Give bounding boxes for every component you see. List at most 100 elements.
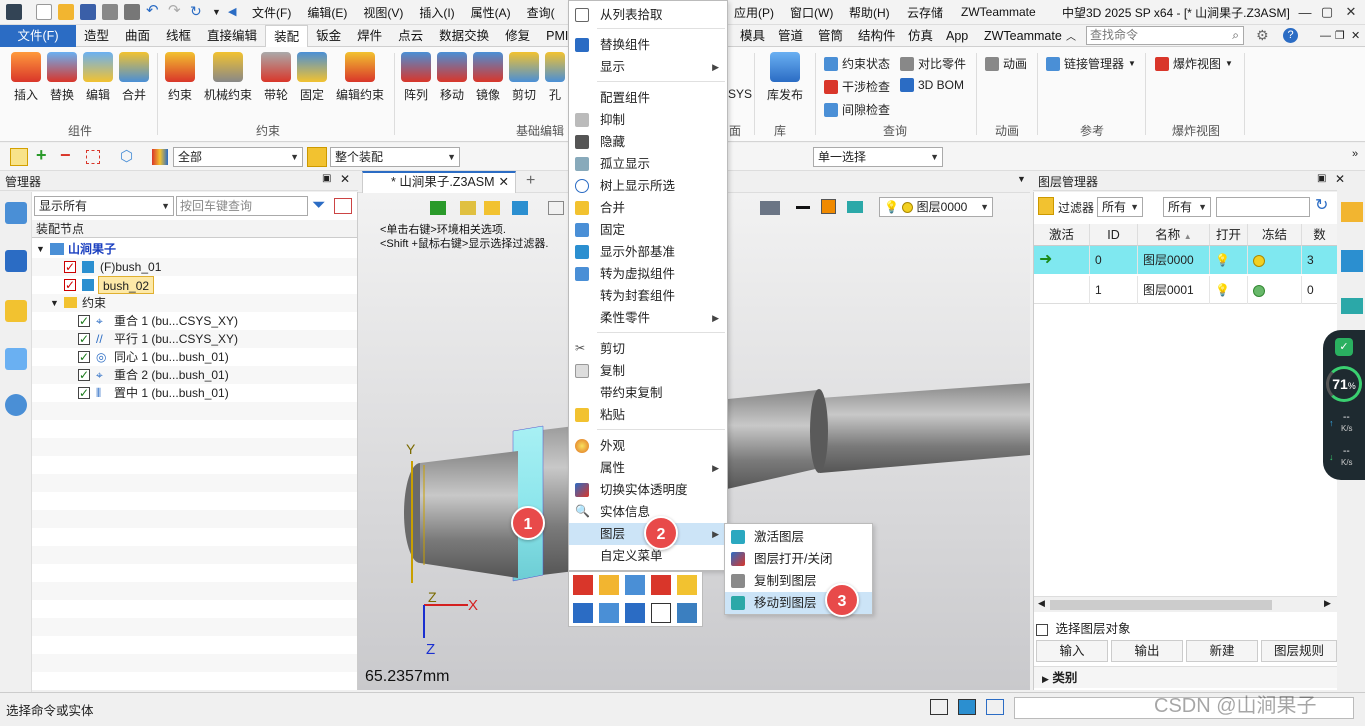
- layer-rules-button[interactable]: 图层规则: [1261, 640, 1337, 662]
- menu-attribute[interactable]: 属性(A): [463, 4, 519, 21]
- category-section[interactable]: ▶ 类别: [1034, 666, 1338, 688]
- panel-dropdown-icon[interactable]: ▼: [1017, 174, 1026, 184]
- animation-button[interactable]: 动画: [985, 55, 1027, 72]
- new-tab-icon[interactable]: +: [526, 172, 535, 190]
- constraint-checkbox[interactable]: [78, 330, 90, 348]
- hole-button[interactable]: 孔: [542, 52, 568, 103]
- tab-sheetmetal[interactable]: 钣金: [308, 25, 349, 47]
- tab-structure[interactable]: 结构件: [850, 25, 904, 47]
- minimize-icon[interactable]: —: [1296, 5, 1314, 20]
- history-manager-icon[interactable]: [5, 202, 27, 224]
- maximize-icon[interactable]: ▢: [1318, 4, 1336, 20]
- layer-hscrollbar[interactable]: ◀ ▶: [1034, 596, 1338, 612]
- qa-dropdown-icon[interactable]: ▼: [212, 4, 222, 20]
- tab-piping[interactable]: 管道: [770, 25, 811, 47]
- mini-measure-icon[interactable]: [625, 603, 645, 623]
- constraint-checkbox[interactable]: [78, 384, 90, 402]
- ctx-show-external-datum[interactable]: 显示外部基准: [569, 241, 727, 263]
- col-freeze[interactable]: 冻结: [1248, 224, 1302, 246]
- col-active[interactable]: 激活: [1034, 224, 1090, 246]
- mechanical-constraint-button[interactable]: 机械约束: [200, 52, 256, 103]
- layer-filter-icon[interactable]: [1038, 197, 1054, 215]
- ctx-configure-component[interactable]: 配置组件: [569, 87, 727, 109]
- ctx-suppress[interactable]: 抑制: [569, 109, 727, 131]
- panel-pin-icon[interactable]: ▣: [322, 173, 331, 184]
- mini-link-icon[interactable]: [599, 603, 619, 623]
- library-publish-button[interactable]: 库发布: [762, 52, 808, 103]
- new-file-icon[interactable]: [36, 4, 52, 20]
- ctx-isolate[interactable]: 孤立显示: [569, 153, 727, 175]
- document-tab-close-icon[interactable]: ✕: [499, 173, 509, 192]
- visibility-checkbox[interactable]: [64, 258, 76, 276]
- col-name[interactable]: 名称 ▲: [1138, 224, 1210, 246]
- constraint-button[interactable]: 约束: [162, 52, 198, 103]
- layer-freeze-cell[interactable]: [1248, 246, 1302, 274]
- mini-insert-icon[interactable]: [573, 603, 593, 623]
- tree-constraint-row[interactable]: ⫴ 置中 1 (bu...bush_01): [32, 384, 357, 402]
- layer-open-cell[interactable]: 💡: [1210, 246, 1248, 274]
- menu-cloud[interactable]: 云存储: [899, 4, 951, 21]
- tab-app[interactable]: App: [938, 25, 976, 47]
- user-icon[interactable]: [5, 394, 27, 416]
- ctx-entity-info[interactable]: 🔍 实体信息: [569, 501, 727, 523]
- merge-component-button[interactable]: 合并: [116, 52, 152, 103]
- menu-edit[interactable]: 编辑(E): [299, 4, 355, 21]
- constraint-checkbox[interactable]: [78, 312, 90, 330]
- folder-panel-icon[interactable]: [1341, 202, 1363, 222]
- ctx-cut[interactable]: ✂ 剪切: [569, 338, 727, 360]
- explode-view-button[interactable]: 爆炸视图 ▼: [1155, 55, 1233, 72]
- tab-simulation[interactable]: 仿真: [900, 25, 941, 47]
- select-layer-objects[interactable]: 选择图层对象: [1036, 618, 1131, 637]
- tab-direct-edit[interactable]: 直接编辑: [199, 25, 265, 47]
- interference-check-button[interactable]: 干涉检查: [824, 78, 890, 95]
- scroll-right-icon[interactable]: ▶: [1324, 598, 1331, 609]
- tab-pointcloud[interactable]: 点云: [390, 25, 431, 47]
- 3d-bom-button[interactable]: 3D BOM: [900, 78, 964, 92]
- assembly-scope-combo[interactable]: 整个装配 ▼: [330, 147, 460, 167]
- ctx-appearance[interactable]: 外观: [569, 435, 727, 457]
- ctx-toggle-transparency[interactable]: 切换实体透明度: [569, 479, 727, 501]
- filter-icon[interactable]: [152, 149, 168, 165]
- tab-weldment[interactable]: 焊件: [349, 25, 390, 47]
- box-select-icon[interactable]: [86, 150, 100, 164]
- assembly-manager-icon[interactable]: [5, 250, 27, 272]
- tab-zwteammate[interactable]: ZWTeammate: [976, 25, 1070, 47]
- ctx-properties[interactable]: 属性 ▶: [569, 457, 727, 479]
- ctx-copy-with-constraints[interactable]: 带约束复制: [569, 382, 727, 404]
- select-mode-combo[interactable]: 单一选择 ▼: [813, 147, 943, 167]
- ctx-copy[interactable]: 复制: [569, 360, 727, 382]
- menu-file[interactable]: 文件(F): [244, 4, 299, 21]
- open-folder-icon[interactable]: [58, 4, 74, 20]
- view-manager-icon[interactable]: [5, 348, 27, 370]
- belt-button[interactable]: 带轮: [258, 52, 294, 103]
- tab-repair[interactable]: 修复: [497, 25, 538, 47]
- qa-collapse-icon[interactable]: ◀: [228, 4, 238, 20]
- ribbon-collapse-icon[interactable]: ︿: [1066, 28, 1076, 43]
- compare-parts-button[interactable]: 对比零件: [900, 55, 966, 72]
- select-layer-objects-checkbox[interactable]: [1036, 623, 1048, 636]
- part-library-icon[interactable]: [5, 300, 27, 322]
- layer-row-active[interactable]: ➜ 0 图层0000 💡 3: [1034, 246, 1338, 274]
- constraint-checkbox[interactable]: [78, 366, 90, 384]
- tab-tube[interactable]: 管筒: [810, 25, 851, 47]
- ctx-to-virtual-component[interactable]: 转为虚拟组件: [569, 263, 727, 285]
- ctx-replace-component[interactable]: 替换组件: [569, 34, 727, 56]
- select-pointer-icon[interactable]: [10, 148, 28, 166]
- tab-mold[interactable]: 模具: [732, 25, 773, 47]
- menu-zwteammate[interactable]: ZWTeammate: [953, 5, 1044, 19]
- tree-constraint-row[interactable]: ⌖ 重合 2 (bu...bush_01): [32, 366, 357, 384]
- menu-app[interactable]: 应用(P): [726, 4, 782, 21]
- status-monitor-icon[interactable]: [958, 699, 976, 715]
- col-id[interactable]: ID: [1090, 224, 1138, 246]
- tab-assembly[interactable]: 装配: [265, 24, 309, 47]
- ctx-show-in-tree[interactable]: 树上显示所选: [569, 175, 727, 197]
- print-preview-icon[interactable]: [124, 4, 140, 20]
- tree-settings-icon[interactable]: [334, 198, 352, 214]
- menu-insert[interactable]: 插入(I): [411, 4, 462, 21]
- tree-part-row-selected[interactable]: bush_02: [32, 276, 357, 294]
- show-filter-combo[interactable]: 显示所有 ▼: [34, 196, 174, 216]
- scroll-thumb[interactable]: [1050, 600, 1272, 610]
- status-icon-1[interactable]: [930, 699, 948, 715]
- mini-dimension-icon[interactable]: [651, 603, 671, 623]
- fix-button[interactable]: 固定: [294, 52, 330, 103]
